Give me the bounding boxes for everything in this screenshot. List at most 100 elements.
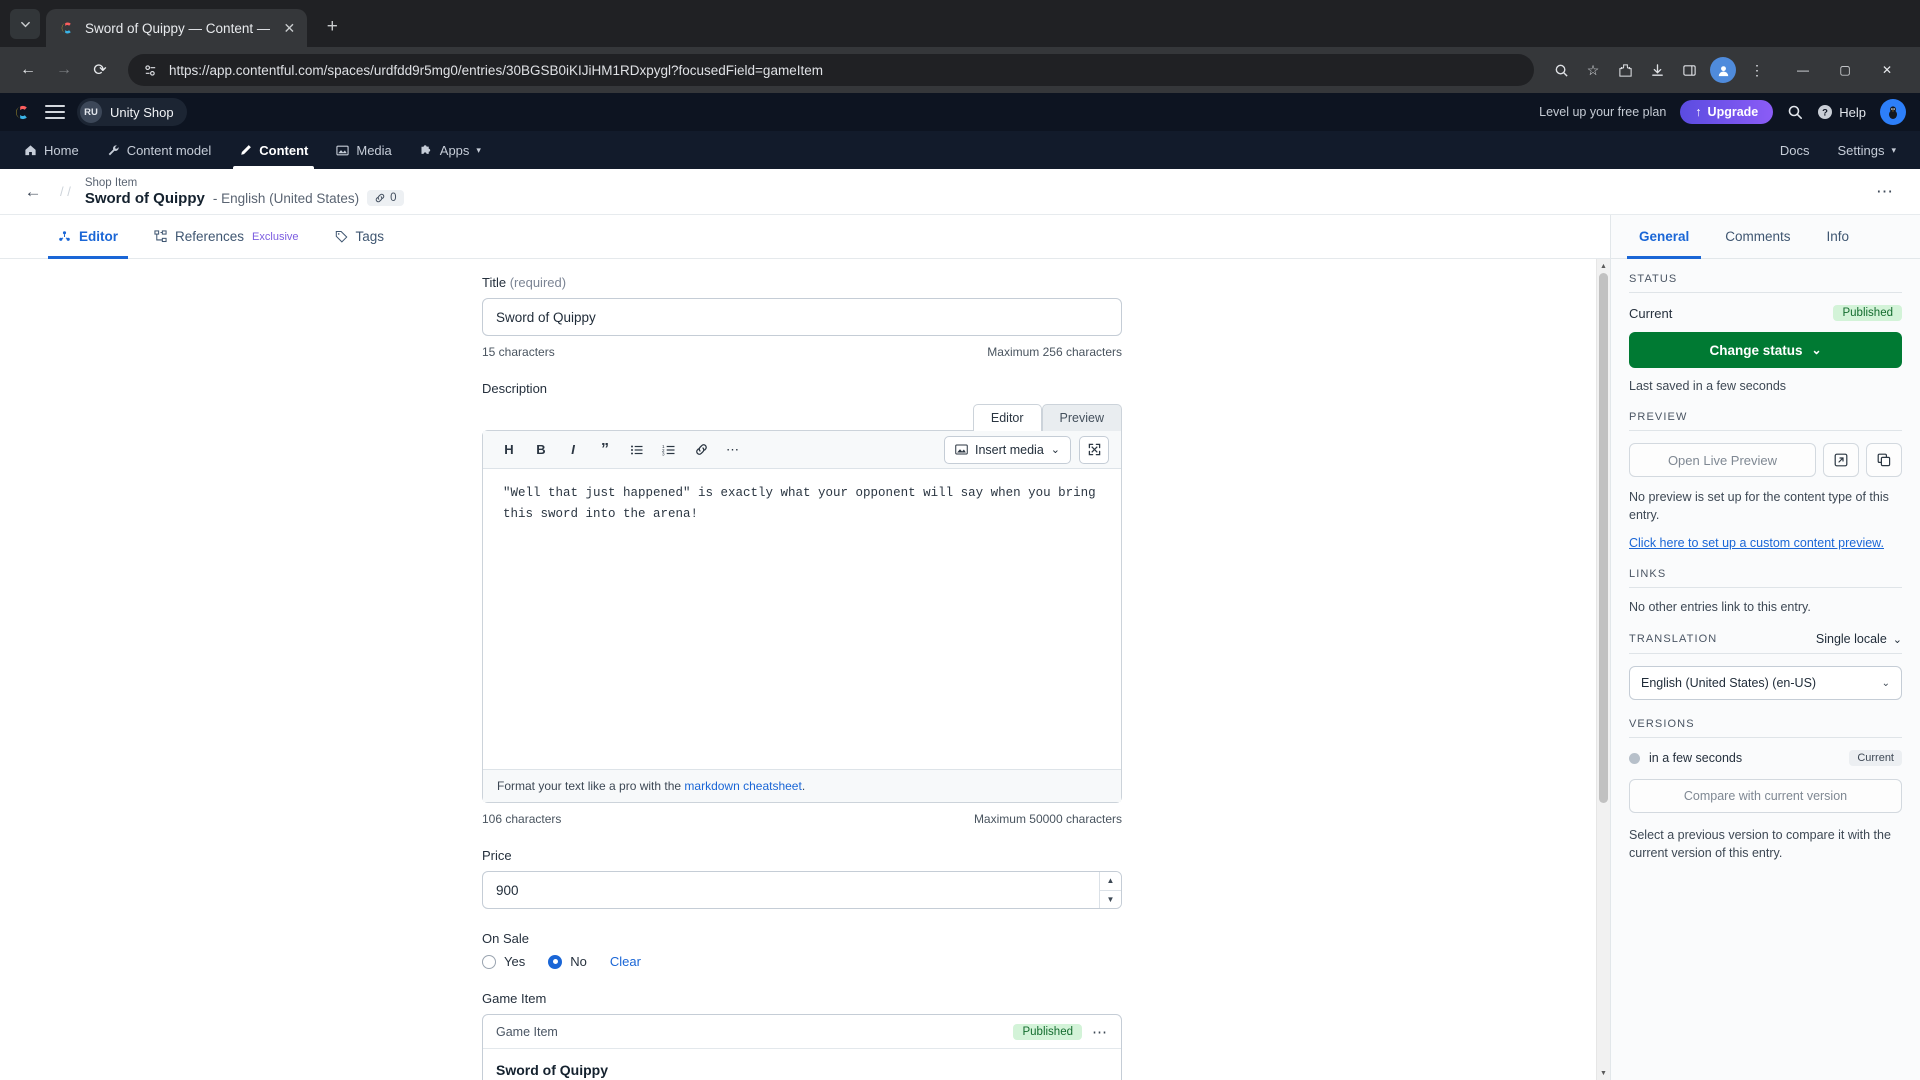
on-sale-radio-yes[interactable]: Yes: [482, 954, 525, 969]
browser-menu-icon[interactable]: ⋮: [1742, 55, 1772, 85]
help-button[interactable]: ? Help: [1817, 104, 1866, 120]
nav-item-settings[interactable]: Settings ▾: [1823, 131, 1910, 169]
open-live-preview-button[interactable]: Open Live Preview: [1629, 443, 1816, 477]
search-icon[interactable]: [1546, 55, 1576, 85]
new-tab-button[interactable]: +: [317, 12, 347, 42]
italic-icon[interactable]: I: [559, 437, 587, 463]
links-description: No other entries link to this entry.: [1629, 600, 1902, 614]
side-panel-icon[interactable]: [1674, 55, 1704, 85]
field-description-char-max: Maximum 50000 characters: [974, 812, 1122, 826]
sidebar-tab-info[interactable]: Info: [1809, 215, 1868, 258]
home-icon: [24, 144, 37, 157]
markdown-textarea[interactable]: "Well that just happened" is exactly wha…: [483, 469, 1121, 769]
external-link-icon[interactable]: [1823, 443, 1859, 477]
field-title-label-text: Title: [482, 275, 506, 290]
nav-item-content-model-label: Content model: [127, 143, 212, 158]
heading-icon[interactable]: H: [495, 437, 523, 463]
main-scrollbar[interactable]: ▲ ▼: [1596, 259, 1610, 1080]
locale-mode-toggle[interactable]: Single locale ⌄: [1816, 632, 1902, 646]
insert-media-button[interactable]: Insert media ⌄: [944, 436, 1071, 464]
tab-tags[interactable]: Tags: [317, 215, 403, 258]
scroll-up-icon[interactable]: ▲: [1597, 259, 1610, 273]
entry-links-badge[interactable]: 0: [367, 190, 403, 206]
contentful-logo-icon[interactable]: [14, 103, 33, 122]
numbered-list-icon[interactable]: 123: [655, 437, 683, 463]
tab-editor[interactable]: Editor: [40, 215, 136, 258]
breadcrumb-parent-label[interactable]: Shop Item: [85, 177, 404, 189]
sidebar-tab-bar: General Comments Info: [1611, 215, 1920, 259]
entry-more-actions-icon[interactable]: ⋯: [1870, 182, 1900, 202]
search-icon[interactable]: [1787, 104, 1803, 120]
browser-toolbar: ← → ⟳ https://app.contentful.com/spaces/…: [0, 47, 1920, 93]
version-dot-icon: [1629, 753, 1640, 764]
fullscreen-expand-button[interactable]: [1079, 436, 1109, 464]
reload-icon[interactable]: ⟳: [84, 54, 116, 86]
price-input[interactable]: 900: [483, 872, 1099, 908]
on-sale-clear-button[interactable]: Clear: [610, 954, 641, 969]
more-options-icon[interactable]: ⋯: [719, 437, 747, 463]
markdown-tab-editor[interactable]: Editor: [973, 404, 1042, 431]
bullet-list-icon[interactable]: [623, 437, 651, 463]
nav-item-home[interactable]: Home: [10, 131, 93, 169]
nav-item-docs-label: Docs: [1780, 143, 1810, 158]
extensions-icon[interactable]: [1610, 55, 1640, 85]
change-status-button[interactable]: Change status ⌄: [1629, 332, 1902, 368]
on-sale-radio-yes-label: Yes: [504, 954, 525, 969]
entry-locale-label: - English (United States): [213, 191, 359, 206]
window-close-button[interactable]: ✕: [1866, 54, 1908, 86]
tab-close-icon[interactable]: ✕: [279, 18, 299, 38]
markdown-tab-preview[interactable]: Preview: [1042, 404, 1122, 431]
copy-icon[interactable]: [1866, 443, 1902, 477]
markdown-cheatsheet-link[interactable]: markdown cheatsheet: [684, 779, 801, 793]
sidebar-tab-general[interactable]: General: [1621, 215, 1707, 258]
status-badge: Published: [1013, 1024, 1082, 1040]
upgrade-button[interactable]: ↑ Upgrade: [1680, 100, 1773, 124]
back-arrow-icon[interactable]: ←: [20, 179, 46, 205]
upgrade-arrow-icon: ↑: [1695, 105, 1701, 119]
downloads-icon[interactable]: [1642, 55, 1672, 85]
nav-item-content-model[interactable]: Content model: [93, 131, 226, 169]
chevron-down-icon: ⌄: [1811, 343, 1821, 357]
browser-tab-strip: Sword of Quippy — Content — ✕ +: [0, 0, 1920, 47]
link-icon[interactable]: [687, 437, 715, 463]
version-row[interactable]: in a few seconds Current: [1629, 750, 1902, 766]
compare-version-button[interactable]: Compare with current version: [1629, 779, 1902, 813]
price-step-down-icon[interactable]: ▼: [1100, 890, 1121, 909]
scrollbar-thumb[interactable]: [1599, 273, 1608, 803]
nav-item-content[interactable]: Content: [225, 131, 322, 169]
address-bar[interactable]: https://app.contentful.com/spaces/urdfdd…: [128, 54, 1534, 86]
tab-references[interactable]: References Exclusive: [136, 215, 317, 258]
editor-tab-bar: Editor References Exclusive Tags: [0, 215, 1610, 259]
price-step-up-icon[interactable]: ▲: [1100, 872, 1121, 890]
space-selector[interactable]: RU Unity Shop: [77, 98, 187, 126]
nav-item-media[interactable]: Media: [322, 131, 405, 169]
back-icon[interactable]: ←: [12, 54, 44, 86]
site-settings-icon[interactable]: [141, 61, 159, 79]
references-icon: [154, 230, 167, 243]
field-title-char-max: Maximum 256 characters: [987, 345, 1122, 359]
scroll-down-icon[interactable]: ▼: [1597, 1066, 1610, 1080]
bold-icon[interactable]: B: [527, 437, 555, 463]
nav-item-docs[interactable]: Docs: [1766, 131, 1824, 169]
sidebar-tab-comments[interactable]: Comments: [1707, 215, 1808, 258]
exclusive-badge: Exclusive: [252, 231, 298, 243]
profile-avatar[interactable]: [1710, 57, 1736, 83]
nav-item-apps[interactable]: Apps ▾: [406, 131, 495, 169]
window-minimize-button[interactable]: —: [1782, 54, 1824, 86]
title-input[interactable]: Sword of Quippy: [482, 298, 1122, 336]
on-sale-radio-no[interactable]: No: [548, 954, 587, 969]
reference-card-more-icon[interactable]: ⋯: [1092, 1023, 1108, 1041]
contentful-favicon: [59, 20, 76, 37]
menu-icon[interactable]: [45, 105, 65, 119]
browser-tab[interactable]: Sword of Quippy — Content — ✕: [46, 9, 307, 47]
tab-search-icon[interactable]: [10, 9, 40, 39]
bookmark-star-icon[interactable]: ☆: [1578, 55, 1608, 85]
user-avatar[interactable]: [1880, 99, 1906, 125]
locale-select[interactable]: English (United States) (en-US) ⌄: [1629, 666, 1902, 700]
window-maximize-button[interactable]: ▢: [1824, 54, 1866, 86]
quote-icon[interactable]: ”: [591, 437, 619, 463]
setup-content-preview-link[interactable]: Click here to set up a custom content pr…: [1629, 536, 1902, 550]
reference-card[interactable]: Game Item Published ⋯ Sword of Quippy: [482, 1014, 1122, 1080]
breadcrumb: Shop Item Sword of Quippy - English (Uni…: [85, 177, 404, 207]
reference-card-header: Game Item Published ⋯: [483, 1015, 1121, 1049]
